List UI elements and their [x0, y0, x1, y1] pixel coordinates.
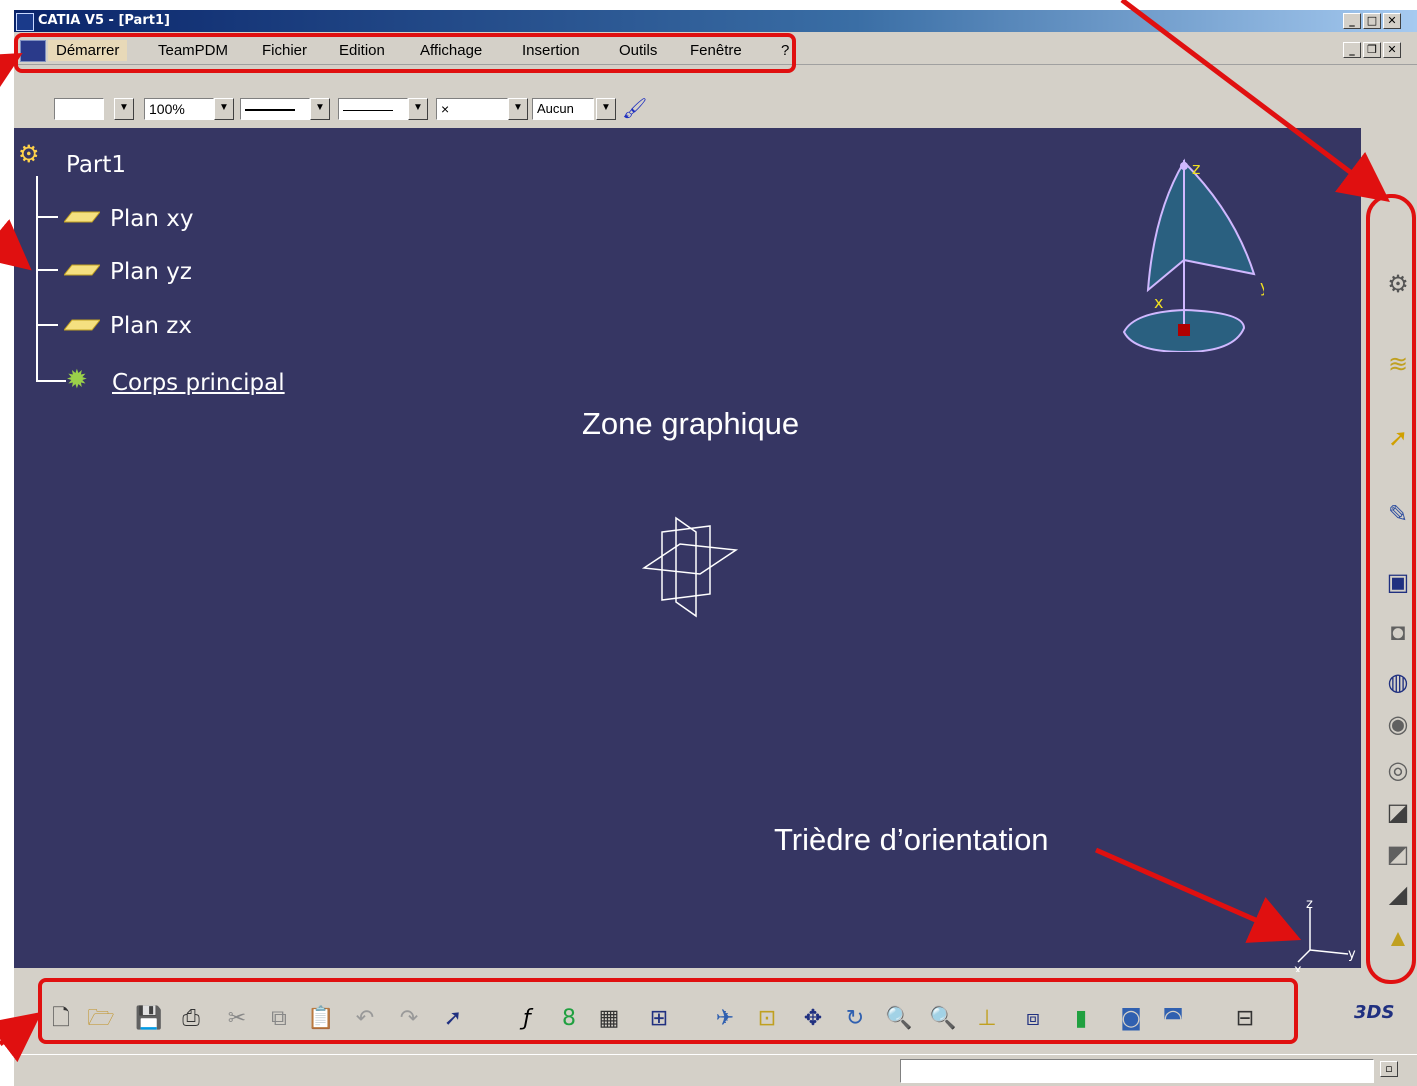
annotation-arrows: [0, 0, 1390, 1063]
